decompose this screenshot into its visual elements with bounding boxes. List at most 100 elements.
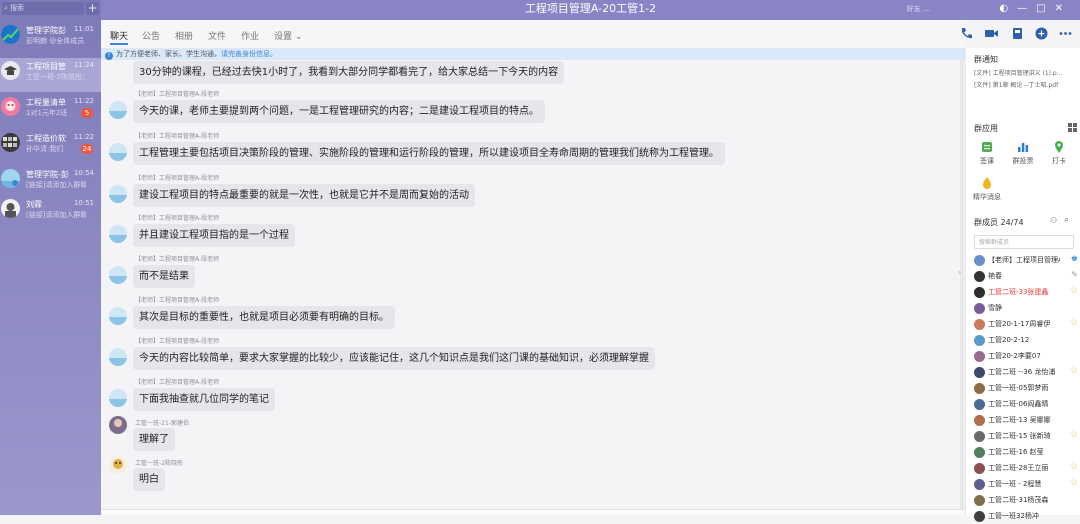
- member-item[interactable]: 【老师】工程项目管理A ♚: [974, 254, 1078, 268]
- session-item[interactable]: 管理学院彭 11:01 彭明朗 @全体成员: [0, 22, 101, 56]
- close-icon[interactable]: ✕: [1055, 3, 1072, 14]
- add-member-icon[interactable]: ⚇: [1050, 216, 1057, 225]
- member-search-icon[interactable]: ⌕: [1064, 215, 1069, 225]
- notice-text: 为了方便老师、家长、学生沟通，: [116, 50, 221, 58]
- video-call-icon[interactable]: [984, 26, 999, 41]
- message-bubble[interactable]: 建设工程项目的特点最重要的就是一次性，也就是它并不是周而复始的活动: [133, 184, 475, 207]
- chat-tabs: 聊天 公告 相册 文件 作业 设置 ⌄: [101, 20, 1072, 48]
- avatar[interactable]: [109, 143, 127, 161]
- sender-name: 【老师】工程项目管理A-段老师: [135, 175, 220, 182]
- screen-share-icon[interactable]: [1010, 26, 1025, 41]
- member-item[interactable]: 工管二班-28王立丽 ☆: [974, 462, 1078, 476]
- grid-icon[interactable]: [1068, 123, 1077, 132]
- member-item[interactable]: 工管20-2李要07: [974, 350, 1078, 364]
- more-icon[interactable]: [1058, 26, 1073, 41]
- message-bubble[interactable]: 下面我抽查就几位同学的笔记: [133, 388, 275, 411]
- tab-album[interactable]: 相册: [175, 29, 193, 42]
- message-bubble[interactable]: 并且建设工程项目指的是一个过程: [133, 224, 295, 247]
- avatar[interactable]: [109, 101, 127, 119]
- sender-name: 【老师】工程项目管理A-段老师: [135, 256, 220, 263]
- member-item[interactable]: 工管二班-33张建鑫 ☆: [974, 286, 1078, 300]
- member-item[interactable]: 工管二班-31杨茂森: [974, 494, 1078, 508]
- file-item[interactable]: [文件] 工程项目管理讲义 (1).p...: [974, 68, 1078, 77]
- maximize-icon[interactable]: □: [1036, 3, 1054, 14]
- member-avatar: [974, 303, 985, 314]
- tab-chat[interactable]: 聊天: [110, 29, 129, 45]
- session-preview: 彭明朗 @全体成员: [26, 37, 85, 45]
- avatar[interactable]: [109, 389, 127, 407]
- collapse-panel-icon[interactable]: ›: [958, 268, 965, 286]
- member-avatar: [974, 271, 985, 282]
- message-bubble[interactable]: 其次是目标的重要性，也就是项目必须要有明确的目标。: [133, 306, 395, 329]
- star-icon: ☆: [1069, 478, 1078, 488]
- member-item[interactable]: 工管一班-05郭梦雨: [974, 382, 1078, 396]
- app-checkin[interactable]: 打卡: [1044, 140, 1074, 166]
- session-search-input[interactable]: ⌕ 搜索: [2, 2, 84, 15]
- member-item[interactable]: 工管二班 --36 龙怡浦 ☆: [974, 366, 1078, 380]
- member-search-input[interactable]: 搜索群成员: [974, 235, 1074, 249]
- tab-homework[interactable]: 作业: [241, 29, 259, 42]
- message-bubble[interactable]: 30分钟的课程，已经过去快1小时了，我看到大部分同学都看完了，给大家总结一下今天…: [133, 61, 565, 84]
- session-item[interactable]: 管理学院-彭 10:54 [链接]请添加入群聊: [0, 166, 101, 200]
- avatar[interactable]: [109, 456, 127, 474]
- member-item[interactable]: 工管二班-16 赵莹: [974, 446, 1078, 460]
- member-item[interactable]: 工管二班-15 张新琦 ☆: [974, 430, 1078, 444]
- app-essence[interactable]: 精华消息: [972, 176, 1002, 202]
- minimize-icon[interactable]: —: [1017, 3, 1036, 14]
- session-preview: [链接]请添加入群聊: [26, 211, 86, 219]
- avatar[interactable]: [109, 416, 127, 434]
- session-item[interactable]: 刘霖 10:51 [链接]请添加入群聊: [0, 196, 101, 230]
- tab-files[interactable]: 文件: [208, 29, 226, 42]
- message-bubble[interactable]: 今天的内容比较简单，要求大家掌握的比较少，应该能记住，这几个知识点是我们这门课的…: [133, 347, 655, 370]
- member-item[interactable]: 雪静: [974, 302, 1078, 316]
- session-avatar: [1, 133, 20, 152]
- message-bubble[interactable]: 工程管理主要包括项目决策阶段的管理、实施阶段的管理和运行阶段的管理，所以建设项目…: [133, 142, 725, 165]
- avatar[interactable]: [109, 185, 127, 203]
- identity-notice-bar: ! 为了方便老师、家长、学生沟通，请完善身份信息。: [101, 48, 965, 60]
- member-name: 工管20-2李要07: [988, 352, 1041, 360]
- search-icon: ⌕: [4, 4, 8, 12]
- message-bubble[interactable]: 而不是结果: [133, 265, 195, 288]
- member-avatar: [974, 287, 985, 298]
- member-item[interactable]: 工管一班 - 2程慧 ☆: [974, 478, 1078, 492]
- tab-announcement[interactable]: 公告: [142, 29, 160, 42]
- member-item[interactable]: 艳春 ✎: [974, 270, 1078, 284]
- session-avatar: [1, 61, 20, 80]
- chat-scrollbar[interactable]: [960, 60, 964, 515]
- create-group-button[interactable]: +: [86, 2, 99, 15]
- member-name: 工管二班-28王立丽: [988, 464, 1049, 472]
- session-name: 刘霖: [26, 200, 42, 209]
- phone-icon[interactable]: [959, 26, 974, 41]
- app-vote[interactable]: 群投票: [1008, 140, 1038, 166]
- avatar[interactable]: [109, 307, 127, 325]
- member-name: 艳春: [988, 272, 1002, 280]
- member-item[interactable]: 工管二班-06阎鑫晴: [974, 398, 1078, 412]
- member-avatar: [974, 447, 985, 458]
- member-item[interactable]: 工管二班-13 吴娜娜: [974, 414, 1078, 428]
- session-item[interactable]: 工程造价软 11:22 孙华清:我们 24: [0, 130, 101, 164]
- app-sign-in[interactable]: 签课: [972, 140, 1002, 166]
- message-bubble[interactable]: 明白: [133, 468, 165, 491]
- add-app-icon[interactable]: [1034, 26, 1049, 41]
- session-name: 工程量清单: [26, 98, 66, 107]
- session-item[interactable]: 工程量清单 11:22 1对1元年2班 5: [0, 94, 101, 128]
- session-item-active[interactable]: 工程项目管 11:24 工管一班-2陈晓彤：明: [0, 58, 101, 92]
- avatar[interactable]: [109, 225, 127, 243]
- message-bubble[interactable]: 今天的课，老师主要提到两个问题，一是工程管理研究的内容；二是建设工程项目的特点。: [133, 100, 545, 123]
- member-avatar: [974, 511, 985, 522]
- member-item[interactable]: 工管一班32杨冲: [974, 510, 1078, 524]
- skin-icon[interactable]: ◐: [999, 3, 1017, 14]
- session-preview: 1对1元年2班: [26, 109, 68, 117]
- session-time: 10:51: [73, 199, 94, 207]
- message-bubble[interactable]: 理解了: [133, 428, 175, 451]
- file-item[interactable]: [文件] 第1章 概论 --丁士昭.pdf: [974, 80, 1078, 89]
- complete-identity-link[interactable]: 请完善身份信息。: [221, 50, 277, 58]
- avatar[interactable]: [109, 348, 127, 366]
- avatar[interactable]: [109, 266, 127, 284]
- member-item[interactable]: 工管20-1-17周睿伊 ☆: [974, 318, 1078, 332]
- window-controls: ◐—□✕: [999, 3, 1072, 14]
- session-time: 11:24: [73, 61, 94, 69]
- member-item[interactable]: 工管20-2-12: [974, 334, 1078, 348]
- location-pin-icon: [1055, 141, 1063, 153]
- tab-settings[interactable]: 设置 ⌄: [274, 29, 302, 42]
